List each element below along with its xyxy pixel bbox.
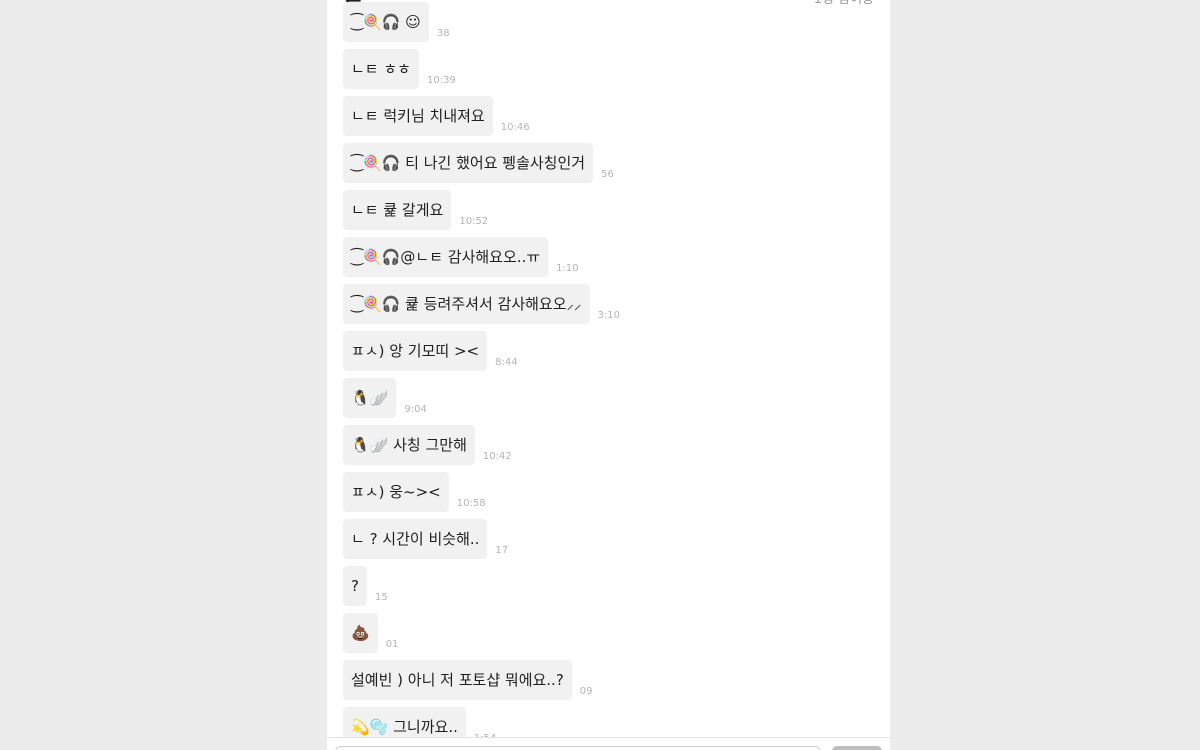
message-bubble[interactable]: ㄴ ? 시간이 비슷해.. <box>343 519 488 559</box>
message-row: ⁐🍭🎧@ㄴㅌ 감사해요오..ㅠ 1:10 <box>343 237 579 277</box>
message-time: 1:10 <box>556 263 579 274</box>
message-row: ㄴㅌ 럭키님 치내져요 10:46 <box>343 96 530 136</box>
message-bubble[interactable]: 🐧🪽 사칭 그만해 <box>343 425 475 465</box>
message-list[interactable]: ⁐🍭🎧 ☺ 38 ㄴㅌ ㅎㅎ 10:39 ㄴㅌ 럭키님 치내져요 10:46 ⁐🍭🎧 티 나… <box>327 0 890 747</box>
message-row: ⁐🍭🎧 큝 등려주셔서 감사해요오⸝⸝ 3:10 <box>343 284 620 324</box>
message-bubble[interactable]: ? <box>343 566 367 606</box>
message-time: 10:39 <box>426 75 456 86</box>
message-bubble[interactable]: 🐧🪽 <box>343 378 397 418</box>
message-row: ⁐🍭🎧 ☺ 38 <box>343 2 450 42</box>
message-row: ㄴ ? 시간이 비슷해.. 17 <box>343 519 508 559</box>
message-time: 17 <box>495 545 509 556</box>
message-row: ㅍㅅ) 앙 기모띠 >< 8:44 <box>343 331 518 371</box>
composer-bar <box>327 737 890 750</box>
message-time: 10:52 <box>459 216 489 227</box>
message-bubble[interactable]: ㄴㅌ 큝 갈게요 <box>343 190 452 230</box>
message-time: 8:44 <box>495 357 518 368</box>
message-bubble[interactable]: ㅍㅅ) 앙 기모띠 >< <box>343 331 488 371</box>
message-bubble[interactable]: ⁐🍭🎧 큝 등려주셔서 감사해요오⸝⸝ <box>343 284 590 324</box>
message-bubble[interactable]: ㄴㅌ 럭키님 치내져요 <box>343 96 493 136</box>
message-row: ㅍㅅ) 웅~>< 10:58 <box>343 472 486 512</box>
message-time: 09 <box>579 686 593 697</box>
message-bubble[interactable]: ⁐🍭🎧@ㄴㅌ 감사해요오..ㅠ <box>343 237 549 277</box>
send-button[interactable] <box>832 746 882 750</box>
message-row: 설예빈 ) 아니 저 포토샵 뭐에요..? 09 <box>343 660 593 700</box>
message-time: 10:46 <box>500 122 530 133</box>
message-row: 💩 01 <box>343 613 398 653</box>
message-time: 56 <box>601 169 614 180</box>
message-row: 🐧🪽 사칭 그만해 10:42 <box>343 425 512 465</box>
message-bubble[interactable]: ㅍㅅ) 웅~>< <box>343 472 449 512</box>
message-row: ㄴㅌ 큝 갈게요 10:52 <box>343 190 488 230</box>
message-time: 9:04 <box>404 404 427 415</box>
message-bubble[interactable]: ㄴㅌ ㅎㅎ <box>343 49 419 89</box>
message-time: 01 <box>385 639 399 650</box>
message-row: ? 15 <box>343 566 388 606</box>
message-row: 🐧🪽 9:04 <box>343 378 427 418</box>
message-row: ㄴㅌ ㅎㅎ 10:39 <box>343 49 456 89</box>
message-time: 3:10 <box>597 310 620 321</box>
message-bubble[interactable]: 💩 <box>343 613 378 653</box>
message-bubble[interactable]: 설예빈 ) 아니 저 포토샵 뭐에요..? <box>343 660 572 700</box>
message-row: ⁐🍭🎧 티 나긴 했어요 펭솔사칭인거 56 <box>343 143 614 183</box>
message-input[interactable] <box>335 746 821 750</box>
message-bubble[interactable]: ⁐🍭🎧 ☺ <box>343 2 429 42</box>
message-time: 10:42 <box>482 451 512 462</box>
chat-window: ← 1명 참여중 ⁐🍭🎧 ☺38ㄴㅌ ㅎㅎ10:39ㄴㅌ 럭키님 치내져요10:… <box>327 0 890 750</box>
message-time: 10:58 <box>456 498 486 509</box>
message-time: 15 <box>374 592 388 603</box>
message-bubble[interactable]: ⁐🍭🎧 티 나긴 했어요 펭솔사칭인거 <box>343 143 594 183</box>
message-time: 38 <box>436 28 450 39</box>
